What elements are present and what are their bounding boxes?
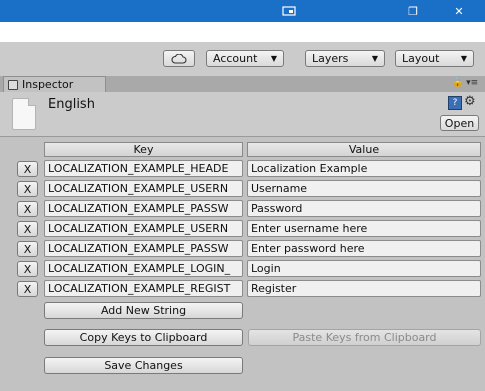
tab-label: Inspector (22, 78, 74, 91)
remove-row-button[interactable]: X (17, 221, 38, 237)
value-field[interactable]: Username (247, 180, 481, 197)
account-label: Account (213, 52, 258, 65)
layers-dropdown[interactable]: Layers ▼ (305, 50, 385, 67)
remove-row-button[interactable]: X (17, 281, 38, 297)
gear-icon[interactable]: ⚙ (464, 94, 476, 109)
chevron-down-icon: ▼ (460, 54, 467, 63)
remove-row-button[interactable]: X (17, 181, 38, 197)
restore-button[interactable]: ❐ (399, 0, 427, 22)
key-field[interactable]: LOCALIZATION_EXAMPLE_REGIST (44, 280, 243, 297)
key-field[interactable]: LOCALIZATION_EXAMPLE_USERN (44, 180, 243, 197)
document-icon (12, 98, 36, 130)
lock-menu-icon[interactable]: 🔒 ▾≡ (452, 78, 478, 88)
menu-strip (0, 22, 485, 42)
table-row: X LOCALIZATION_EXAMPLE_REGIST Register (0, 280, 485, 297)
paste-keys-button[interactable]: Paste Keys from Clipboard (248, 329, 481, 346)
key-field[interactable]: LOCALIZATION_EXAMPLE_USERN (44, 220, 243, 237)
cloud-icon (171, 53, 187, 64)
copy-keys-button[interactable]: Copy Keys to Clipboard (44, 329, 243, 346)
close-button[interactable]: ✕ (445, 0, 473, 22)
save-changes-button[interactable]: Save Changes (44, 357, 243, 374)
chevron-down-icon: ▼ (270, 54, 277, 63)
window-title-bar: ❐ ✕ (0, 0, 485, 22)
layers-label: Layers (312, 52, 349, 65)
add-new-string-button[interactable]: Add New String (44, 302, 243, 319)
help-icon[interactable]: ? (448, 96, 462, 110)
value-field[interactable]: Enter password here (247, 240, 481, 257)
table-row: X LOCALIZATION_EXAMPLE_USERN Enter usern… (0, 220, 485, 237)
table-row: X LOCALIZATION_EXAMPLE_USERN Username (0, 180, 485, 197)
tab-inspector[interactable]: Inspector (3, 76, 106, 92)
layout-label: Layout (402, 52, 440, 65)
value-field[interactable]: Localization Example (247, 160, 481, 177)
restore-icon: ❐ (408, 4, 418, 18)
value-field[interactable]: Enter username here (247, 220, 481, 237)
toolbar: Account ▼ Layers ▼ Layout ▼ (0, 42, 485, 77)
layout-dropdown[interactable]: Layout ▼ (395, 50, 474, 67)
table-row: X LOCALIZATION_EXAMPLE_HEADE Localizatio… (0, 160, 485, 177)
table-row: X LOCALIZATION_EXAMPLE_PASSW Password (0, 200, 485, 217)
value-field[interactable]: Login (247, 260, 481, 277)
value-field[interactable]: Register (247, 280, 481, 297)
remove-row-button[interactable]: X (17, 161, 38, 177)
key-field[interactable]: LOCALIZATION_EXAMPLE_PASSW (44, 240, 243, 257)
remove-row-button[interactable]: X (17, 261, 38, 277)
key-field[interactable]: LOCALIZATION_EXAMPLE_HEADE (44, 160, 243, 177)
chevron-down-icon: ▼ (371, 54, 378, 63)
cloud-button[interactable] (163, 50, 195, 67)
value-field[interactable]: Password (247, 200, 481, 217)
inspector-icon (8, 79, 18, 90)
key-field[interactable]: LOCALIZATION_EXAMPLE_LOGIN_ (44, 260, 243, 277)
table-row: X LOCALIZATION_EXAMPLE_PASSW Enter passw… (0, 240, 485, 257)
open-button[interactable]: Open (440, 115, 479, 131)
key-column-header: Key (44, 142, 243, 157)
remove-row-button[interactable]: X (17, 241, 38, 257)
table-row: X LOCALIZATION_EXAMPLE_LOGIN_ Login (0, 260, 485, 277)
key-field[interactable]: LOCALIZATION_EXAMPLE_PASSW (44, 200, 243, 217)
close-icon: ✕ (454, 4, 464, 18)
asset-name: English (48, 97, 95, 112)
minimize-button[interactable] (275, 0, 303, 22)
account-dropdown[interactable]: Account ▼ (206, 50, 284, 67)
tab-bar: Inspector 🔒 ▾≡ (0, 76, 485, 92)
remove-row-button[interactable]: X (17, 201, 38, 217)
asset-header: English ? ⚙ Open (0, 92, 485, 137)
minimize-icon (282, 6, 296, 16)
value-column-header: Value (247, 142, 481, 157)
